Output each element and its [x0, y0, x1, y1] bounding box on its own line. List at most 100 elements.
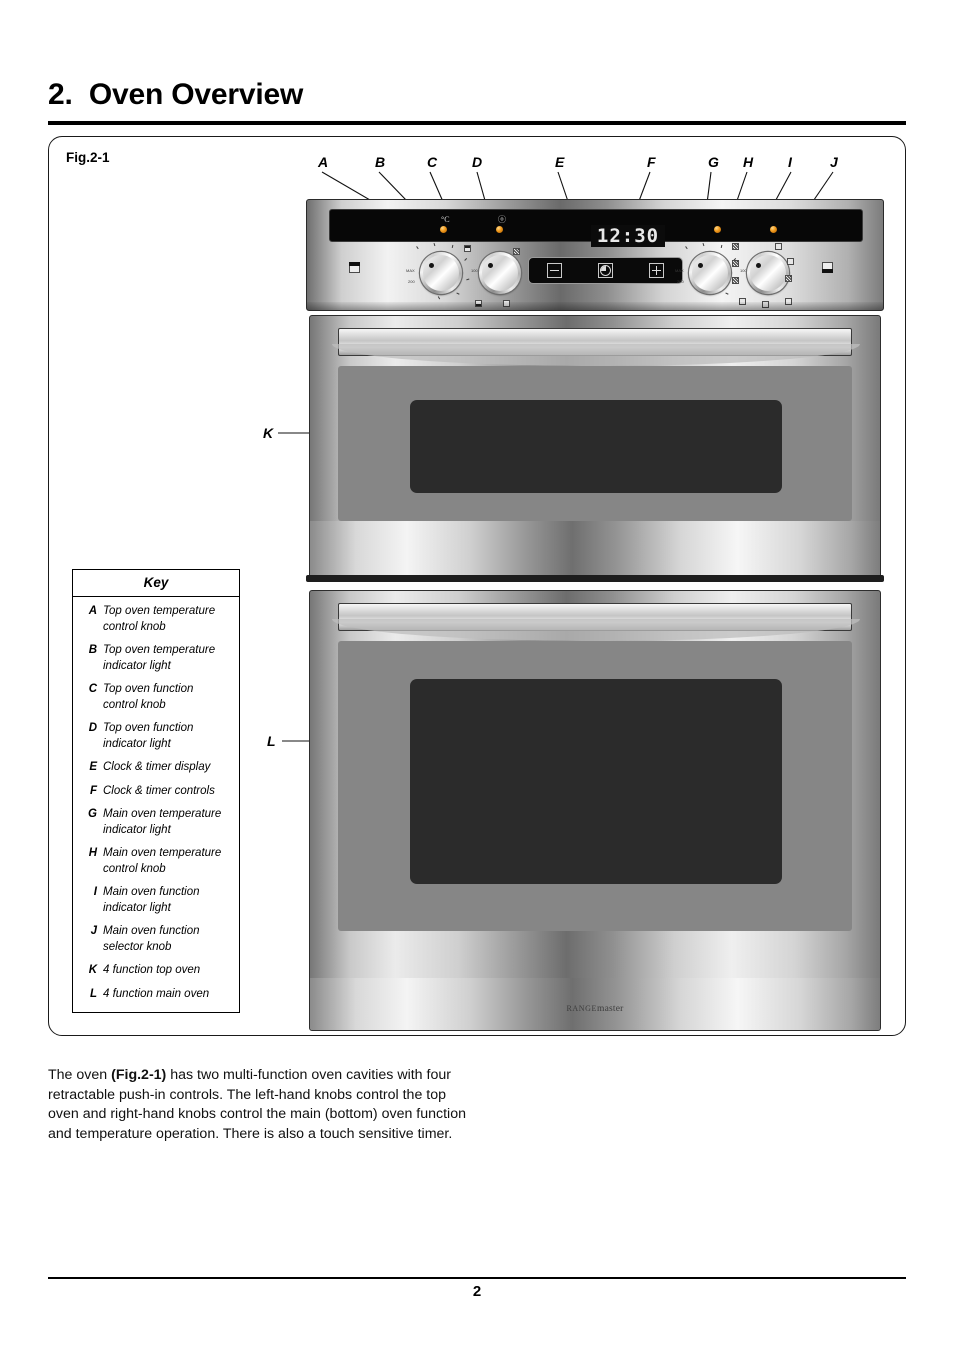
callout-letter-h: H — [743, 154, 754, 170]
key-heading: Key — [73, 570, 239, 597]
knob-tick — [685, 245, 689, 250]
timer-digits: 12:30 — [596, 224, 660, 247]
key-item-j: J Main oven function selector knob — [79, 924, 233, 955]
clock-timer-display: 12:30 — [591, 225, 665, 247]
key-item-f: F Clock & timer controls — [79, 784, 233, 800]
function-icon-fan — [732, 243, 739, 250]
knob-tick — [455, 292, 460, 296]
callout-letter-e: E — [555, 154, 565, 170]
degrees-celsius-symbol: °C — [441, 215, 450, 224]
key-letter: E — [89, 761, 97, 773]
knob-tick — [416, 245, 420, 250]
key-item-a: A Top oven temperature control knob — [79, 604, 233, 635]
top-oven-door-lower-trim — [310, 521, 880, 579]
knob-pointer — [429, 263, 434, 268]
key-item-g: G Main oven temperature indicator light — [79, 807, 233, 838]
callout-letter-j: J — [830, 154, 838, 170]
knob-face — [750, 255, 786, 291]
main-oven-door-glass — [410, 679, 782, 884]
top-oven-cavity[interactable] — [309, 315, 881, 580]
main-oven-door-lower-trim: RANGEmaster — [310, 978, 880, 1030]
function-icon-defrost — [775, 243, 782, 250]
main-oven-function-knob[interactable] — [747, 252, 789, 294]
function-symbol: ⓞ — [498, 215, 506, 224]
callout-letter-f: F — [647, 154, 656, 170]
key-text: Main oven temperature indicator light — [103, 808, 222, 836]
key-letter: I — [93, 886, 97, 898]
page-title: 2. Oven Overview — [48, 78, 303, 112]
callout-letter-i: I — [788, 154, 792, 170]
main-oven-cavity[interactable]: RANGEmaster — [309, 590, 881, 1031]
key-letter: B — [88, 644, 97, 656]
timer-plus-button[interactable] — [649, 263, 664, 278]
top-oven-function-indicator-light — [496, 226, 503, 233]
main-oven-temperature-knob[interactable] — [689, 252, 731, 294]
key-text: Main oven temperature control knob — [103, 847, 222, 875]
callout-letter-k: K — [263, 425, 274, 441]
function-icon-conventional — [785, 275, 792, 282]
key-letter: G — [88, 808, 97, 820]
key-letter: D — [88, 722, 97, 734]
paragraph-lead: The oven — [48, 1067, 112, 1084]
key-letter: J — [90, 925, 97, 937]
top-oven-function-knob[interactable] — [479, 252, 521, 294]
key-text: Top oven temperature control knob — [103, 605, 216, 633]
key-box: Key A Top oven temperature control knob … — [72, 569, 240, 1013]
top-oven-handle-curve — [332, 344, 860, 366]
timer-minus-button[interactable] — [547, 263, 562, 278]
footer-divider — [48, 1277, 906, 1279]
brand-logo: RANGEmaster — [310, 1004, 880, 1014]
timer-clock-button[interactable] — [598, 263, 613, 278]
key-item-i: I Main oven function indicator light — [79, 885, 233, 916]
control-panel: °C ⓞ 12:30 MAX 200 100 MAX 200 100 — [306, 199, 884, 311]
callout-letter-c: C — [427, 154, 438, 170]
knob-scale-label: 100 — [471, 268, 478, 273]
key-list: A Top oven temperature control knob B To… — [73, 597, 239, 1012]
key-letter: L — [89, 987, 97, 1000]
key-text: 4 function top oven — [103, 964, 201, 976]
top-oven-temperature-indicator-light — [440, 226, 447, 233]
key-text: 4 function main oven — [103, 987, 210, 1000]
knob-tick — [433, 242, 436, 247]
brand-prefix: RANGE — [566, 1004, 598, 1013]
body-paragraph: The oven (Fig.2-1) has two multi-functio… — [48, 1066, 478, 1144]
knob-tick — [724, 292, 729, 296]
key-item-d: D Top oven function indicator light — [79, 721, 233, 752]
main-oven-handle-curve — [332, 619, 860, 641]
main-oven-door-frame — [338, 641, 852, 931]
key-item-c: C Top oven function control knob — [79, 682, 233, 713]
key-item-l: L 4 function main oven — [79, 987, 233, 1003]
divider-plinth — [306, 575, 884, 582]
key-letter: F — [89, 784, 97, 797]
knob-face — [423, 255, 459, 291]
top-oven-door-frame — [338, 366, 852, 521]
clock-timer-controls[interactable] — [528, 257, 683, 284]
knob-tick — [465, 278, 470, 281]
knob-scale-label: MAX — [675, 268, 684, 273]
panel-left-indicator-icon — [348, 261, 360, 273]
panel-right-indicator-icon — [821, 262, 833, 274]
paragraph-figure-ref: (Fig.2-1) — [111, 1067, 167, 1084]
brand-suffix: master — [597, 1004, 624, 1014]
top-oven-temperature-knob[interactable] — [420, 252, 462, 294]
knob-tick — [702, 242, 705, 247]
knob-tick — [464, 258, 468, 262]
key-text: Top oven temperature indicator light — [103, 644, 216, 672]
function-icon-top-heat — [464, 245, 471, 252]
key-item-e: E Clock & timer display — [79, 760, 233, 776]
top-oven-door-glass — [410, 400, 782, 493]
knob-face — [692, 255, 728, 291]
key-text: Main oven function selector knob — [103, 925, 200, 953]
main-oven-function-indicator-light — [770, 226, 777, 233]
key-text: Clock & timer display — [103, 761, 211, 773]
key-letter: H — [88, 847, 97, 859]
knob-pointer — [488, 263, 493, 268]
key-text: Clock & timer controls — [103, 784, 215, 797]
function-icon-grill — [732, 277, 739, 284]
knob-scale-label: 100 — [740, 268, 747, 273]
callout-letter-a: A — [318, 154, 329, 170]
key-text: Top oven function control knob — [103, 683, 194, 711]
key-item-k: K 4 function top oven — [79, 963, 233, 979]
knob-tick — [451, 244, 454, 249]
key-text: Top oven function indicator light — [103, 722, 194, 750]
